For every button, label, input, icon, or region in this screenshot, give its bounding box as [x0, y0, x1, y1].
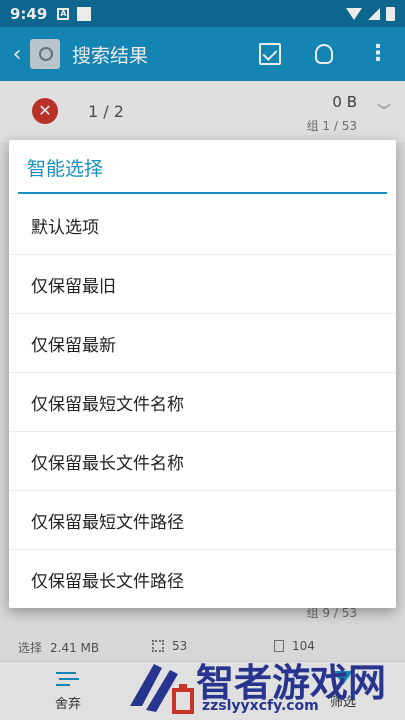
group-size: 0 B: [332, 93, 357, 111]
option-keep-oldest[interactable]: 仅保留最旧: [9, 255, 396, 314]
option-keep-shortest-name[interactable]: 仅保留最短文件名称: [9, 373, 396, 432]
summary-selected: 选择 2.41 MB: [18, 639, 99, 656]
summary-select-label: 选择: [18, 641, 43, 655]
discard-icon: [56, 669, 80, 687]
battery-icon: [386, 6, 395, 21]
cell-signal-icon: [368, 7, 380, 20]
notification-a-icon: A: [57, 7, 70, 20]
option-keep-shortest-path[interactable]: 仅保留最短文件路径: [9, 491, 396, 550]
dialog-options: 默认选项 仅保留最旧 仅保留最新 仅保留最短文件名称 仅保留最长文件名称 仅保留…: [9, 196, 396, 609]
more-vert-icon: ⋮: [367, 41, 389, 66]
app-actions: ⋮: [243, 27, 405, 81]
watermark: 智者游戏网 zzslyyxcfy.com: [124, 650, 405, 720]
option-default[interactable]: 默认选项: [9, 196, 396, 255]
app-bar: ‹ 搜索结果 ⋮: [0, 27, 405, 81]
status-bar: 9:49 A: [0, 0, 405, 27]
option-keep-longest-path[interactable]: 仅保留最长文件路径: [9, 550, 396, 609]
back-button[interactable]: ‹: [6, 27, 28, 81]
lightbulb-icon: [315, 44, 333, 64]
app-logo-icon: [30, 39, 60, 69]
option-keep-longest-name[interactable]: 仅保留最长文件名称: [9, 432, 396, 491]
page-title: 搜索结果: [72, 44, 149, 67]
checkbox-icon: [259, 43, 281, 65]
chevron-down-icon[interactable]: ﹀: [377, 101, 391, 121]
group-index: 组 1 / 53: [306, 119, 357, 133]
select-all-button[interactable]: [243, 27, 297, 81]
more-options-button[interactable]: ⋮: [351, 27, 405, 81]
group-row[interactable]: ✕ 1 / 2 0 B 组 1 / 53 ﹀: [0, 81, 405, 143]
dialog-title-divider: [18, 192, 387, 194]
watermark-logo-icon: [130, 664, 194, 714]
status-icons: [346, 6, 395, 21]
group-count: 1 / 2: [88, 102, 124, 121]
dialog-title: 智能选择: [27, 158, 104, 180]
wifi-icon: [346, 7, 362, 20]
discard-label: 舍弃: [54, 697, 81, 712]
status-time: 9:49: [10, 4, 48, 23]
chevron-left-icon: ‹: [12, 41, 22, 67]
notification-square-icon: [77, 6, 92, 21]
smart-select-dialog: 智能选择 默认选项 仅保留最旧 仅保留最新 仅保留最短文件名称 仅保留最长文件名…: [9, 140, 396, 608]
delete-icon: ✕: [32, 98, 58, 124]
smart-select-button[interactable]: [297, 27, 351, 81]
option-keep-newest[interactable]: 仅保留最新: [9, 314, 396, 373]
watermark-url: zzslyyxcfy.com: [202, 698, 319, 714]
discard-button[interactable]: 舍弃: [33, 667, 103, 712]
summary-size: 2.41 MB: [50, 640, 100, 655]
